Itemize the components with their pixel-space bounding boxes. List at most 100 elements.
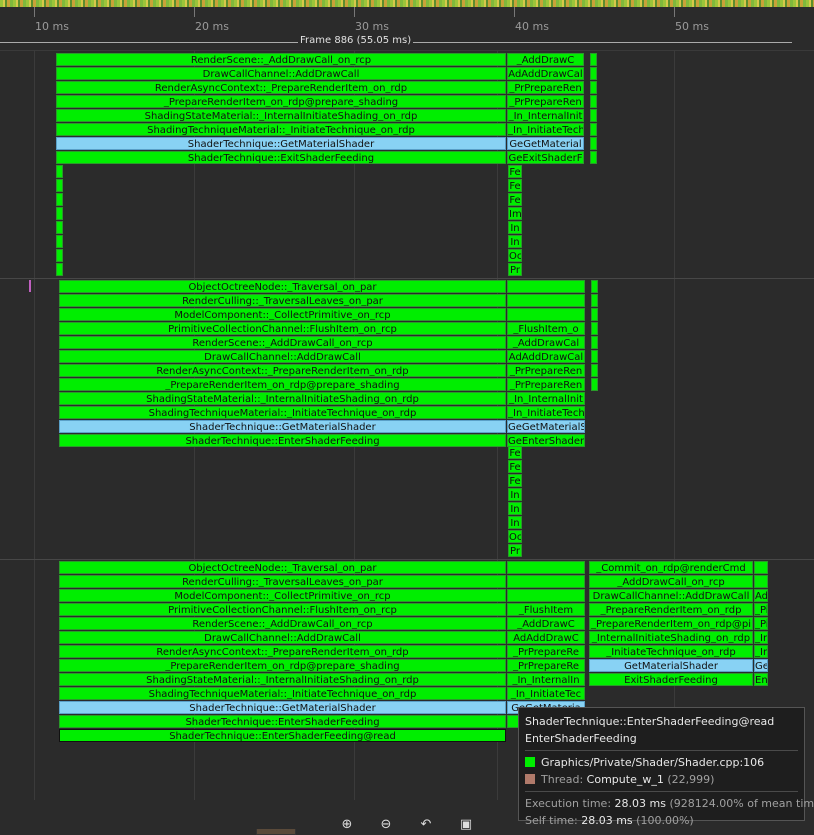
zone-bar[interactable]: En <box>754 673 768 686</box>
zone-bar[interactable] <box>56 249 63 262</box>
zone-bar[interactable] <box>507 308 585 321</box>
zone-bar[interactable]: PrimitiveCollectionChannel::FlushItem_on… <box>59 322 506 335</box>
zone-bar[interactable]: Fe <box>508 179 522 192</box>
zone-bar[interactable]: _PrepareRenderItem_on_rdp@prepare_shadin… <box>59 659 506 672</box>
zone-bar[interactable]: GetMaterialShader <box>589 659 753 672</box>
zone-bar[interactable]: Fe <box>508 474 522 487</box>
zone-bar[interactable]: ShadingTechniqueMaterial::_InitiateTechn… <box>56 123 506 136</box>
zone-bar[interactable]: GeGetMaterial <box>507 137 584 150</box>
zone-bar[interactable]: RenderScene::_AddDrawCall_on_rcp <box>59 336 506 349</box>
zone-bar[interactable] <box>56 179 63 192</box>
zone-bar[interactable]: RenderAsyncContext::_PrepareRenderItem_o… <box>59 364 506 377</box>
zone-bar[interactable]: DrawCallChannel::AddDrawCall <box>59 350 506 363</box>
zone-bar[interactable]: RenderScene::_AddDrawCall_on_rcp <box>59 617 506 630</box>
zone-bar[interactable] <box>590 109 597 122</box>
zone-bar[interactable]: AdAddDrawC <box>507 631 585 644</box>
zone-bar[interactable]: _PrPrepareRe <box>507 659 585 672</box>
zone-bar[interactable]: ShadingTechniqueMaterial::_InitiateTechn… <box>59 687 506 700</box>
zone-bar[interactable]: _In <box>754 631 768 644</box>
zone-bar[interactable] <box>56 221 63 234</box>
zone-bar[interactable] <box>56 263 63 276</box>
zone-bar[interactable] <box>591 336 598 349</box>
frame-label[interactable]: Frame 886 (55.05 ms) <box>298 35 414 46</box>
zone-bar[interactable]: Oc <box>508 530 522 543</box>
zone-bar[interactable]: RenderAsyncContext::_PrepareRenderItem_o… <box>59 645 506 658</box>
zone-bar[interactable] <box>507 575 585 588</box>
zone-bar[interactable]: RenderScene::_AddDrawCall_on_rcp <box>56 53 506 66</box>
zone-bar[interactable]: ExitShaderFeeding <box>589 673 753 686</box>
zone-bar[interactable] <box>590 151 597 164</box>
zone-bar[interactable] <box>56 165 63 178</box>
zone-bar[interactable]: _AddDrawC <box>507 53 584 66</box>
zone-bar[interactable] <box>590 137 597 150</box>
back-icon[interactable]: ↶ <box>416 818 436 831</box>
zone-bar[interactable]: Oc <box>508 249 522 262</box>
zone-bar[interactable] <box>590 95 597 108</box>
zone-bar[interactable]: ModelComponent::_CollectPrimitive_on_rcp <box>59 589 506 602</box>
zone-bar[interactable]: _InternalInitiateShading_on_rdp <box>589 631 753 644</box>
zone-bar[interactable]: _PrepareRenderItem_on_rdp <box>589 603 753 616</box>
zone-bar[interactable] <box>56 207 63 220</box>
zone-bar[interactable]: ShaderTechnique::GetMaterialShader <box>56 137 506 150</box>
zone-bar[interactable]: _PrepareRenderItem_on_rdp@prepare_shadin… <box>59 378 506 391</box>
zone-bar[interactable]: DrawCallChannel::AddDrawCall <box>589 589 753 602</box>
zone-bar[interactable]: Pr <box>508 544 522 557</box>
zone-bar[interactable]: _In_InternalInit <box>507 392 585 405</box>
zone-bar[interactable]: _In_InitiateTech <box>507 123 584 136</box>
zone-bar[interactable] <box>507 280 585 293</box>
zoom-in-icon[interactable]: ⊕ <box>337 818 357 831</box>
zone-bar[interactable]: _PrepareRenderItem_on_rdp@prepare_shadin… <box>56 95 506 108</box>
zone-bar[interactable] <box>591 378 598 391</box>
zone-bar[interactable]: ShaderTechnique::GetMaterialShader <box>59 420 506 433</box>
zone-bar[interactable]: RenderAsyncContext::_PrepareRenderItem_o… <box>56 81 506 94</box>
frame-overview-strip[interactable] <box>0 0 814 7</box>
zone-bar[interactable]: RenderCulling::_TraversalLeaves_on_par <box>59 575 506 588</box>
zone-bar[interactable]: _FlushItem <box>507 603 585 616</box>
zone-bar[interactable] <box>591 308 598 321</box>
zone-bar[interactable]: DrawCallChannel::AddDrawCall <box>59 631 506 644</box>
zone-bar[interactable]: Ad <box>754 589 768 602</box>
zone-bar[interactable] <box>591 294 598 307</box>
zone-bar[interactable]: _Commit_on_rdp@renderCmd <box>589 561 753 574</box>
zone-bar[interactable]: Fe <box>508 460 522 473</box>
zone-bar[interactable] <box>590 81 597 94</box>
zone-bar[interactable]: Fe <box>508 165 522 178</box>
zone-bar[interactable]: ModelComponent::_CollectPrimitive_on_rcp <box>59 308 506 321</box>
zone-bar[interactable]: _Pi <box>754 603 768 616</box>
zone-marker[interactable] <box>29 280 31 292</box>
zone-bar[interactable]: AdAddDrawCal <box>507 350 585 363</box>
zone-bar[interactable]: PrimitiveCollectionChannel::FlushItem_on… <box>59 603 506 616</box>
zone-bar[interactable]: _AddDrawCal <box>507 336 585 349</box>
zone-bar[interactable]: _PrPrepareRen <box>507 378 585 391</box>
zone-bar[interactable]: _In <box>754 645 768 658</box>
zone-bar[interactable]: _PrPrepareRen <box>507 364 585 377</box>
zone-bar[interactable]: Ge <box>754 659 768 672</box>
zone-bar[interactable]: In <box>508 488 522 501</box>
zone-bar[interactable]: _PrPrepareRen <box>507 81 584 94</box>
zone-bar[interactable] <box>507 589 585 602</box>
zoom-out-icon[interactable]: ⊖ <box>376 818 396 831</box>
zone-bar[interactable]: ShadingStateMaterial::_InternalInitiateS… <box>56 109 506 122</box>
zone-bar[interactable]: _In_InitiateTech <box>507 406 585 419</box>
zone-bar[interactable]: _InitiateTechnique_on_rdp <box>589 645 753 658</box>
zone-bar[interactable]: _In_InternalInit <box>507 109 584 122</box>
zone-bar[interactable]: ShadingTechniqueMaterial::_InitiateTechn… <box>59 406 506 419</box>
zone-bar[interactable]: GeGetMaterialS <box>507 420 585 433</box>
zone-bar[interactable] <box>591 280 598 293</box>
zone-bar[interactable] <box>56 235 63 248</box>
zone-bar[interactable]: Im <box>508 207 522 220</box>
zone-bar[interactable]: _PrPrepareRen <box>507 95 584 108</box>
settings-icon[interactable]: ▣ <box>456 818 476 831</box>
zone-bar[interactable]: GeExitShaderF <box>507 151 584 164</box>
time-ruler[interactable]: 10 ms 20 ms 30 ms 40 ms 50 ms Frame 886 … <box>0 7 814 51</box>
zone-bar[interactable] <box>56 193 63 206</box>
zone-bar[interactable]: DrawCallChannel::AddDrawCall <box>56 67 506 80</box>
zone-bar[interactable]: ShaderTechnique::GetMaterialShader <box>59 701 506 714</box>
zone-bar[interactable]: In <box>508 221 522 234</box>
zone-bar[interactable]: Fe <box>508 446 522 459</box>
zone-bar[interactable]: _Pi <box>754 617 768 630</box>
zone-bar[interactable] <box>591 322 598 335</box>
zone-bar[interactable] <box>507 294 585 307</box>
zone-bar[interactable]: In <box>508 235 522 248</box>
zone-bar[interactable]: In <box>508 516 522 529</box>
